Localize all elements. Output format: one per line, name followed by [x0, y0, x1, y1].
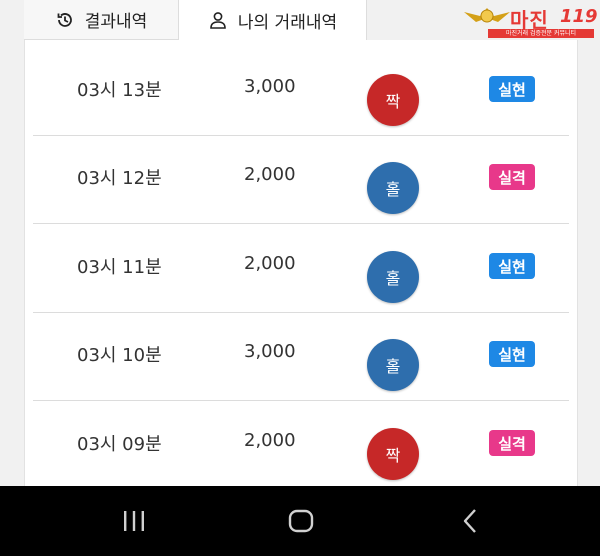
trade-amount: 2,000: [244, 253, 296, 274]
result-badge-hit: 실현: [489, 253, 535, 279]
trade-row: 03시 12분 2,000 홀 실격: [33, 136, 569, 224]
tab-results-label: 결과내역: [84, 12, 148, 32]
tab-my-trades[interactable]: 나의 거래내역: [179, 0, 367, 40]
tab-my-trades-label: 나의 거래내역: [237, 12, 338, 33]
pick-ball-odd: 홀: [367, 162, 419, 214]
trade-amount: 2,000: [244, 430, 296, 451]
result-badge-hit: 실현: [489, 341, 535, 367]
logo: 마진 119 마진거래 검증전문 커뮤니티: [464, 4, 598, 38]
pick-ball-odd: 홀: [367, 251, 419, 303]
recent-apps-icon[interactable]: [121, 508, 147, 538]
logo-subtitle: 마진거래 검증전문 커뮤니티: [488, 29, 594, 38]
history-icon: [55, 10, 75, 30]
trade-row: 03시 09분 2,000 짝 실격: [33, 402, 569, 486]
trade-history-list: 03시 13분 3,000 짝 실현 03시 12분 2,000 홀 실격 03…: [24, 40, 578, 486]
logo-number: 119: [560, 6, 598, 27]
trade-time: 03시 09분: [77, 434, 162, 455]
trade-time: 03시 11분: [77, 257, 162, 278]
trade-row: 03시 13분 3,000 짝 실현: [33, 48, 569, 136]
trade-amount: 2,000: [244, 164, 296, 185]
system-navigation-bar: [0, 486, 600, 556]
result-badge-miss: 실격: [489, 164, 535, 190]
home-icon[interactable]: [288, 508, 314, 538]
trade-amount: 3,000: [244, 341, 296, 362]
trade-row: 03시 10분 3,000 홀 실현: [33, 313, 569, 401]
tab-results[interactable]: 결과내역: [24, 0, 179, 40]
user-icon: [208, 10, 228, 30]
pick-ball-odd: 홀: [367, 339, 419, 391]
result-badge-hit: 실현: [489, 76, 535, 102]
trade-time: 03시 12분: [77, 168, 162, 189]
trade-amount: 3,000: [244, 76, 296, 97]
trade-row: 03시 11분 2,000 홀 실현: [33, 225, 569, 313]
pick-ball-even: 짝: [367, 74, 419, 126]
trade-time: 03시 13분: [77, 80, 162, 101]
trade-time: 03시 10분: [77, 345, 162, 366]
pick-ball-even: 짝: [367, 428, 419, 480]
result-badge-miss: 실격: [489, 430, 535, 456]
back-icon[interactable]: [458, 508, 484, 538]
